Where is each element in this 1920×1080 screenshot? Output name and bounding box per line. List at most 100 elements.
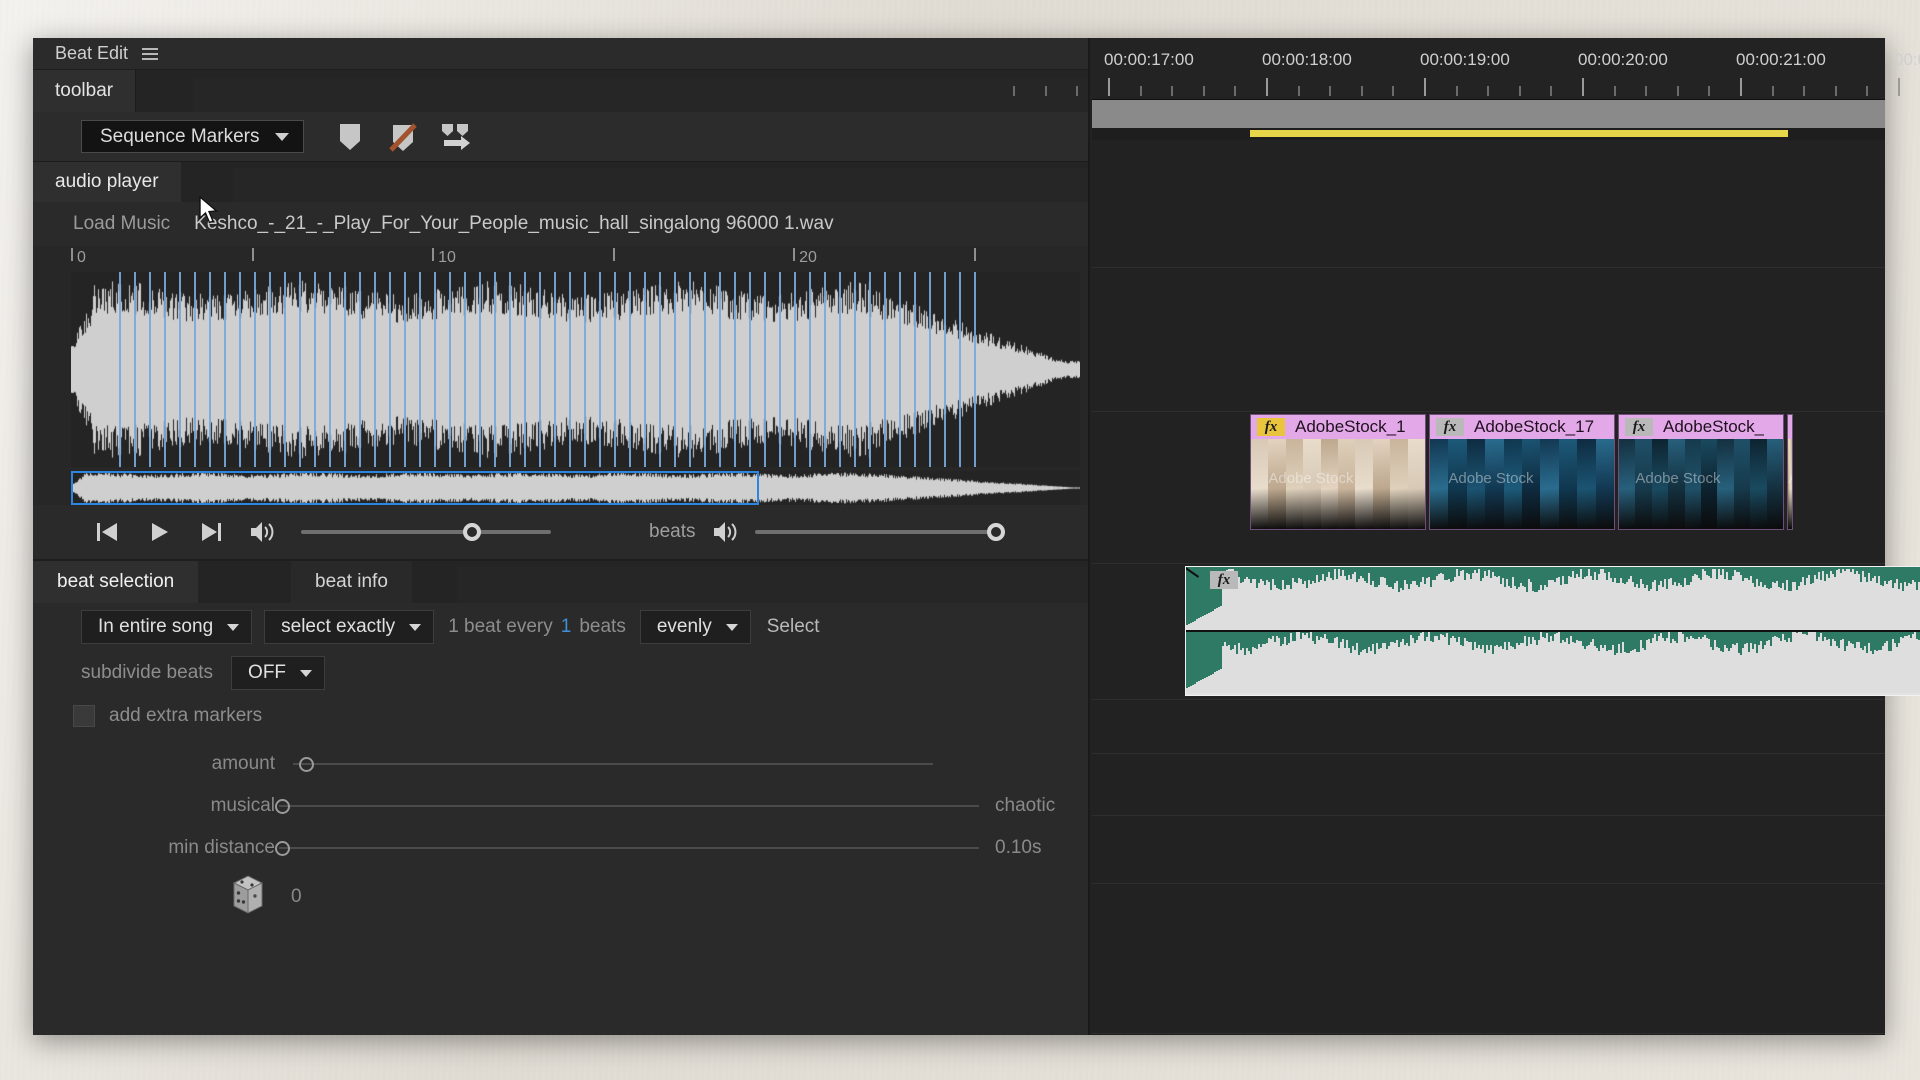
beat-marker-line[interactable] [794, 272, 796, 467]
waveform-overview[interactable] [71, 471, 1080, 505]
beat-marker-line[interactable] [929, 272, 931, 467]
beat-marker-line[interactable] [239, 272, 241, 467]
beat-marker-line[interactable] [359, 272, 361, 467]
beat-marker-line[interactable] [299, 272, 301, 467]
video-track-v1[interactable]: fx AdobeStock_1 Adobe Stock fx AdobeStock_17… [1092, 412, 1885, 564]
beat-marker-line[interactable] [209, 272, 211, 467]
beat-marker-line[interactable] [704, 272, 706, 467]
beat-marker-line[interactable] [944, 272, 946, 467]
volume-slider[interactable] [301, 517, 551, 547]
beat-marker-line[interactable] [119, 272, 121, 467]
beat-marker-line[interactable] [509, 272, 511, 467]
beat-marker-line[interactable] [464, 272, 466, 467]
go-to-start-button[interactable] [81, 519, 133, 545]
dice-icon[interactable] [231, 874, 265, 921]
beat-marker-line[interactable] [584, 272, 586, 467]
beat-marker-line[interactable] [149, 272, 151, 467]
scope-dropdown[interactable]: In entire song [81, 610, 253, 644]
beat-marker-line[interactable] [224, 272, 226, 467]
audio-track-a1[interactable]: fx [1092, 564, 1920, 700]
beat-marker-line[interactable] [329, 272, 331, 467]
slider-knob[interactable] [463, 523, 482, 541]
video-track-v2[interactable] [1092, 268, 1885, 412]
rate-value-input[interactable]: 1 [553, 616, 580, 638]
waveform-time-ruler[interactable]: 0 10 20 [71, 246, 1080, 272]
distribution-dropdown[interactable]: evenly [639, 610, 751, 644]
slider-knob[interactable] [987, 523, 1006, 541]
beat-marker-line[interactable] [134, 272, 136, 467]
beat-marker-line[interactable] [569, 272, 571, 467]
add-marker-icon[interactable] [336, 122, 364, 152]
video-clip[interactable]: fx AdobeStock_ Adobe Stock [1618, 414, 1784, 530]
move-markers-icon[interactable] [440, 122, 471, 152]
beat-marker-line[interactable] [749, 272, 751, 467]
beat-marker-line[interactable] [599, 272, 601, 467]
beat-marker-line[interactable] [404, 272, 406, 467]
beat-marker-line[interactable] [194, 272, 196, 467]
timeline-work-area-bar[interactable] [1092, 100, 1885, 128]
beat-marker-line[interactable] [419, 272, 421, 467]
tab-beat-info[interactable]: beat info [291, 561, 412, 603]
waveform-display[interactable] [71, 272, 1080, 467]
fx-badge-icon[interactable]: fx [1257, 418, 1285, 436]
beat-marker-line[interactable] [614, 272, 616, 467]
beat-marker-line[interactable] [854, 272, 856, 467]
beat-marker-line[interactable] [434, 272, 436, 467]
beat-marker-line[interactable] [884, 272, 886, 467]
slider-knob[interactable] [299, 756, 314, 772]
hamburger-menu-icon[interactable] [142, 47, 159, 60]
tab-toolbar[interactable]: toolbar [33, 70, 137, 112]
beat-marker-line[interactable] [824, 272, 826, 467]
beat-marker-line[interactable] [779, 272, 781, 467]
timeline-inout-range[interactable] [1250, 130, 1788, 137]
beats-volume-icon[interactable] [707, 519, 745, 545]
select-button[interactable]: Select [751, 616, 836, 638]
beat-marker-line[interactable] [389, 272, 391, 467]
delete-marker-icon[interactable] [388, 122, 418, 152]
add-extra-markers-checkbox[interactable] [73, 705, 95, 727]
beat-marker-line[interactable] [539, 272, 541, 467]
beat-marker-line[interactable] [809, 272, 811, 467]
audio-track-a3[interactable] [1092, 754, 1885, 816]
fx-badge-icon[interactable]: fx [1625, 418, 1653, 436]
beat-marker-line[interactable] [689, 272, 691, 467]
video-track-v3[interactable] [1092, 140, 1885, 268]
slider-knob[interactable] [275, 840, 290, 856]
subdivide-dropdown[interactable]: OFF [231, 656, 326, 690]
video-clip[interactable]: Adobe Stock [1787, 414, 1793, 530]
min-distance-slider[interactable] [275, 833, 979, 863]
beat-marker-line[interactable] [629, 272, 631, 467]
beat-marker-line[interactable] [269, 272, 271, 467]
beat-marker-line[interactable] [719, 272, 721, 467]
beat-marker-line[interactable] [839, 272, 841, 467]
beat-marker-line[interactable] [644, 272, 646, 467]
video-clip[interactable]: fx AdobeStock_1 Adobe Stock [1250, 414, 1426, 530]
beat-marker-line[interactable] [494, 272, 496, 467]
beat-marker-line[interactable] [554, 272, 556, 467]
tab-audio-player[interactable]: audio player [33, 162, 181, 202]
audio-clip[interactable]: fx [1185, 566, 1920, 696]
mode-dropdown[interactable]: select exactly [264, 610, 435, 644]
beat-marker-line[interactable] [344, 272, 346, 467]
beat-marker-line[interactable] [524, 272, 526, 467]
load-music-button[interactable]: Load Music [73, 213, 170, 235]
beat-marker-line[interactable] [164, 272, 166, 467]
audio-track-a2[interactable] [1092, 700, 1885, 754]
beat-marker-line[interactable] [914, 272, 916, 467]
timeline-ruler[interactable]: 00:00:17:00 00:00:18:00 00:00:19:00 00:00:2… [1013, 38, 1920, 100]
tab-beat-selection[interactable]: beat selection [33, 561, 199, 603]
beat-marker-line[interactable] [314, 272, 316, 467]
beat-marker-line[interactable] [974, 272, 976, 467]
beat-marker-line[interactable] [764, 272, 766, 467]
beat-marker-line[interactable] [659, 272, 661, 467]
slider-knob[interactable] [275, 798, 290, 814]
beat-marker-line[interactable] [869, 272, 871, 467]
audio-track-a4[interactable] [1092, 816, 1885, 884]
beat-marker-line[interactable] [734, 272, 736, 467]
beat-marker-line[interactable] [179, 272, 181, 467]
marker-target-dropdown[interactable]: Sequence Markers [81, 120, 305, 153]
musical-chaotic-slider[interactable] [275, 791, 979, 821]
volume-icon[interactable] [237, 519, 289, 545]
beat-marker-line[interactable] [284, 272, 286, 467]
video-clip[interactable]: fx AdobeStock_17 Adobe Stock [1429, 414, 1615, 530]
